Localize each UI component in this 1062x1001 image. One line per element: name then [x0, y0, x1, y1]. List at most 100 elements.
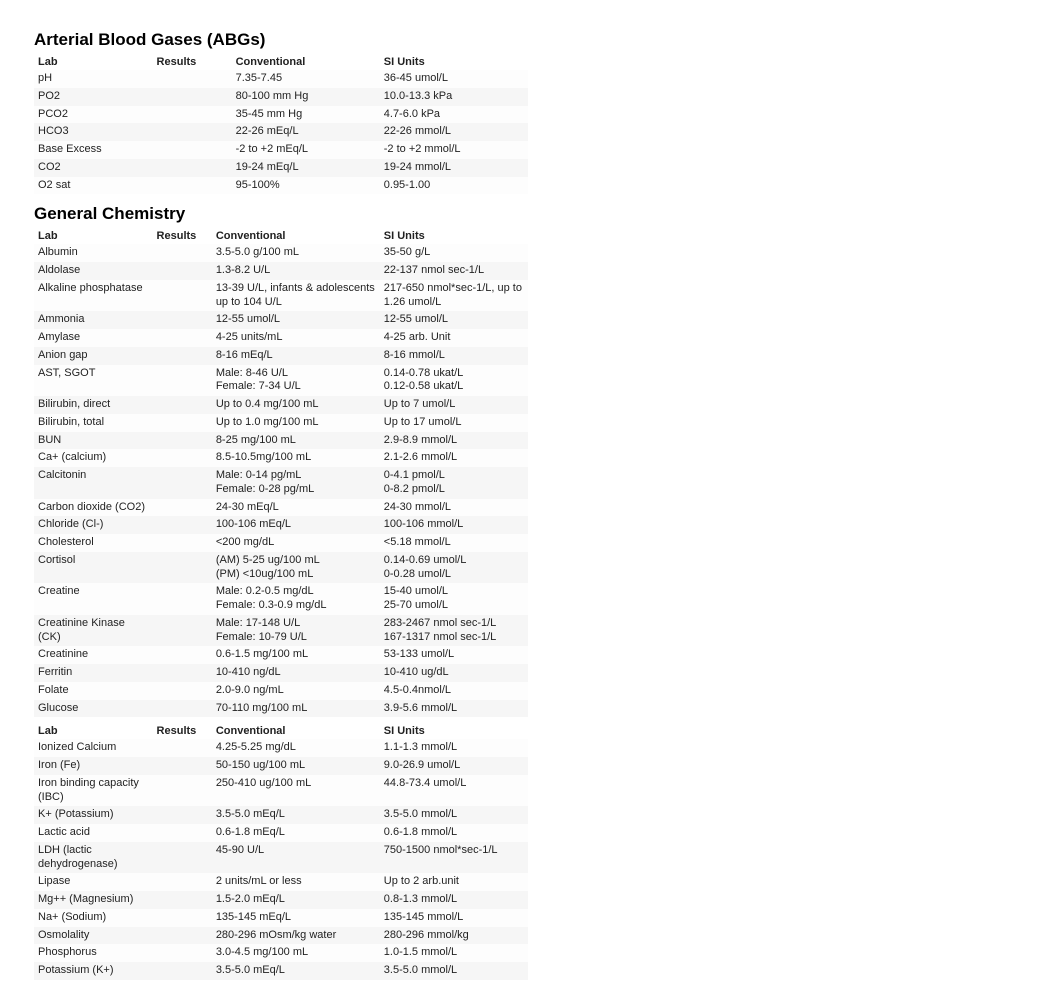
- abg-cell-conv: 95-100%: [232, 177, 380, 195]
- gc-cell-conv: Male: 0-14 pg/mLFemale: 0-28 pg/mL: [212, 467, 380, 499]
- gc-cont-cell-si: 135-145 mmol/L: [380, 909, 528, 927]
- gc-cell-si: 100-106 mmol/L: [380, 516, 528, 534]
- gc-cont-cell-res: [153, 739, 212, 757]
- gc-cont-row: Iron (Fe)50-150 ug/100 mL9.0-26.9 umol/L: [34, 757, 528, 775]
- gc-cell-lab: Bilirubin, direct: [34, 396, 153, 414]
- gc-header-si: SI Units: [380, 228, 528, 244]
- gc-row: Cholesterol<200 mg/dL<5.18 mmol/L: [34, 534, 528, 552]
- gc-cont-cell-res: [153, 873, 212, 891]
- gc-cont-cell-si: 750-1500 nmol*sec-1/L: [380, 842, 528, 874]
- abg-cell-lab: PCO2: [34, 106, 153, 124]
- abg-header-si: SI Units: [380, 54, 528, 70]
- gc-header-row: Lab Results Conventional SI Units: [34, 228, 528, 244]
- gc-cell-conv: 24-30 mEq/L: [212, 499, 380, 517]
- gc-cont-cell-si: 0.8-1.3 mmol/L: [380, 891, 528, 909]
- gc-cell-conv: 0.6-1.5 mg/100 mL: [212, 646, 380, 664]
- gc-cell-lab: Cholesterol: [34, 534, 153, 552]
- gc-cell-lab: Creatinine Kinase (CK): [34, 615, 153, 647]
- abg-cell-si: 4.7-6.0 kPa: [380, 106, 528, 124]
- gc-cell-res: [153, 432, 212, 450]
- gc-cont-cell-conv: 2 units/mL or less: [212, 873, 380, 891]
- gc-cont-cell-lab: Osmolality: [34, 927, 153, 945]
- gc-cell-si: 53-133 umol/L: [380, 646, 528, 664]
- gc-cont-cell-si: Up to 2 arb.unit: [380, 873, 528, 891]
- abg-cell-lab: HCO3: [34, 123, 153, 141]
- gc-row: BUN8-25 mg/100 mL2.9-8.9 mmol/L: [34, 432, 528, 450]
- gc-cont-cell-res: [153, 775, 212, 807]
- abg-row: PO280-100 mm Hg10.0-13.3 kPa: [34, 88, 528, 106]
- gc-cont-cell-lab: Mg++ (Magnesium): [34, 891, 153, 909]
- gc-cont-cell-res: [153, 891, 212, 909]
- gc-row: Anion gap8-16 mEq/L8-16 mmol/L: [34, 347, 528, 365]
- gc-cell-lab: Albumin: [34, 244, 153, 262]
- gc-cont-header-res: Results: [153, 723, 212, 739]
- gc-cont-cell-lab: Phosphorus: [34, 944, 153, 962]
- gc-cont-cell-conv: 3.5-5.0 mEq/L: [212, 962, 380, 980]
- gc-cell-res: [153, 449, 212, 467]
- gc-cell-conv: Male: 17-148 U/LFemale: 10-79 U/L: [212, 615, 380, 647]
- lab-reference-page: Arterial Blood Gases (ABGs) Lab Results …: [0, 0, 1062, 1001]
- gc-table: Lab Results Conventional SI Units Albumi…: [34, 228, 528, 717]
- gc-cell-lab: Anion gap: [34, 347, 153, 365]
- gc-cell-si: 217-650 nmol*sec-1/L, up to 1.26 umol/L: [380, 280, 528, 312]
- gc-header-conv: Conventional: [212, 228, 380, 244]
- gc-cont-row: Ionized Calcium4.25-5.25 mg/dL1.1-1.3 mm…: [34, 739, 528, 757]
- abg-cell-si: 0.95-1.00: [380, 177, 528, 195]
- gc-cell-si: 4.5-0.4nmol/L: [380, 682, 528, 700]
- gc-row: Ferritin10-410 ng/dL10-410 ug/dL: [34, 664, 528, 682]
- gc-cont-header-conv: Conventional: [212, 723, 380, 739]
- gc-cont-cell-conv: 250-410 ug/100 mL: [212, 775, 380, 807]
- gc-cont-cell-conv: 45-90 U/L: [212, 842, 380, 874]
- gc-cont-row: Phosphorus 3.0-4.5 mg/100 mL1.0-1.5 mmol/…: [34, 944, 528, 962]
- gc-cont-cell-si: 280-296 mmol/kg: [380, 927, 528, 945]
- gc-cell-conv: Male: 0.2-0.5 mg/dLFemale: 0.3-0.9 mg/dL: [212, 583, 380, 615]
- gc-cell-si: <5.18 mmol/L: [380, 534, 528, 552]
- gc-cell-si: Up to 17 umol/L: [380, 414, 528, 432]
- gc-cont-cell-lab: Iron (Fe): [34, 757, 153, 775]
- abg-header-row: Lab Results Conventional SI Units: [34, 54, 528, 70]
- gc-cell-lab: BUN: [34, 432, 153, 450]
- gc-row: Chloride (Cl-)100-106 mEq/L100-106 mmol/…: [34, 516, 528, 534]
- gc-cont-cell-res: [153, 806, 212, 824]
- abg-cell-si: -2 to +2 mmol/L: [380, 141, 528, 159]
- gc-cell-conv: 3.5-5.0 g/100 mL: [212, 244, 380, 262]
- gc-cont-cell-res: [153, 757, 212, 775]
- gc-cell-conv: 8.5-10.5mg/100 mL: [212, 449, 380, 467]
- gc-cont-cell-conv: 280-296 mOsm/kg water: [212, 927, 380, 945]
- gc-cell-res: [153, 534, 212, 552]
- gc-cell-si: 2.1-2.6 mmol/L: [380, 449, 528, 467]
- gc-cont-cell-conv: 0.6-1.8 mEq/L: [212, 824, 380, 842]
- gc-row: Creatinine0.6-1.5 mg/100 mL53-133 umol/L: [34, 646, 528, 664]
- gc-cell-lab: Cortisol: [34, 552, 153, 584]
- gc-row: Cortisol(AM) 5-25 ug/100 mL(PM) <10ug/10…: [34, 552, 528, 584]
- gc-cell-conv: Male: 8-46 U/LFemale: 7-34 U/L: [212, 365, 380, 397]
- abg-cell-res: [153, 141, 232, 159]
- gc-cont-cell-conv: 3.0-4.5 mg/100 mL: [212, 944, 380, 962]
- gc-cell-si: 0.14-0.78 ukat/L0.12-0.58 ukat/L: [380, 365, 528, 397]
- gc-cont-cell-res: [153, 824, 212, 842]
- gc-cont-row: Potassium (K+)3.5-5.0 mEq/L3.5-5.0 mmol/…: [34, 962, 528, 980]
- gc-cell-si: Up to 7 umol/L: [380, 396, 528, 414]
- gc-cell-si: 35-50 g/L: [380, 244, 528, 262]
- gc-cont-cell-res: [153, 962, 212, 980]
- gc-cell-lab: Calcitonin: [34, 467, 153, 499]
- gc-cont-cell-si: 1.0-1.5 mmol/L: [380, 944, 528, 962]
- abg-cell-conv: 80-100 mm Hg: [232, 88, 380, 106]
- abg-cell-res: [153, 159, 232, 177]
- gc-cell-si: 2.9-8.9 mmol/L: [380, 432, 528, 450]
- gc-cell-lab: Ca+ (calcium): [34, 449, 153, 467]
- gc-cont-row: Osmolality 280-296 mOsm/kg water280-296 m…: [34, 927, 528, 945]
- abg-cell-si: 10.0-13.3 kPa: [380, 88, 528, 106]
- gc-cell-res: [153, 244, 212, 262]
- gc-cont-cell-lab: LDH (lactic dehydrogenase): [34, 842, 153, 874]
- gc-cell-conv: 4-25 units/mL: [212, 329, 380, 347]
- gc-cell-conv: 70-110 mg/100 mL: [212, 700, 380, 718]
- gc-cell-lab: Ammonia: [34, 311, 153, 329]
- abg-cell-conv: -2 to +2 mEq/L: [232, 141, 380, 159]
- abg-row: O2 sat95-100%0.95-1.00: [34, 177, 528, 195]
- gc-cont-cell-conv: 1.5-2.0 mEq/L: [212, 891, 380, 909]
- abg-cell-res: [153, 177, 232, 195]
- gc-cell-res: [153, 396, 212, 414]
- gc-row: Folate2.0-9.0 ng/mL4.5-0.4nmol/L: [34, 682, 528, 700]
- gc-cont-cell-si: 1.1-1.3 mmol/L: [380, 739, 528, 757]
